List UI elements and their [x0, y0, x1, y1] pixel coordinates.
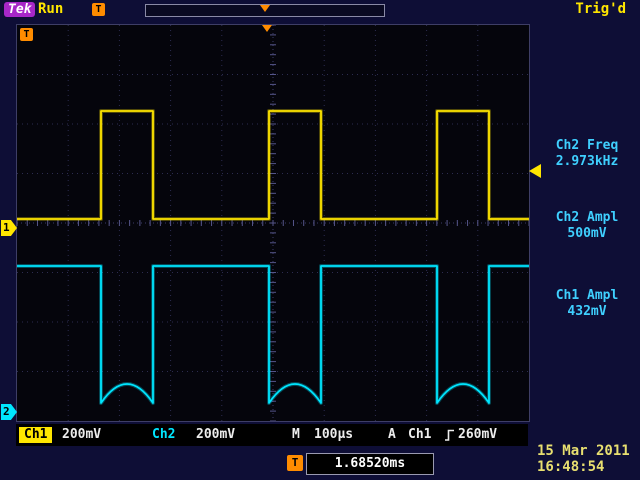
timebase-value: 100µs [314, 424, 353, 446]
tek-logo: Tek [4, 2, 35, 17]
ch2-badge: Ch2 [152, 424, 175, 446]
waveform-plot [17, 25, 529, 421]
time-label: 16:48:54 [537, 459, 604, 475]
measurement-ch2-ampl: Ch2 Ampl 500mV [534, 210, 640, 242]
trigger-time-icon: T [287, 455, 303, 471]
acquisition-status: Run [38, 1, 63, 17]
rising-edge-icon [444, 428, 455, 450]
trigger-flag-icon: T [20, 28, 33, 41]
trigger-time-readout: 1.68520ms [306, 453, 434, 475]
grid-layer [17, 25, 529, 421]
measurement-ch1-ampl: Ch1 Ampl 432mV [534, 288, 640, 320]
ch1-scale: 200mV [62, 424, 101, 446]
measurement-value: 2.973kHz [534, 154, 640, 170]
measurement-label: Ch2 Ampl [534, 210, 640, 226]
status-bar: Ch1 200mV Ch2 200mV M 100µs A Ch1 260mV [16, 424, 528, 446]
trigger-icon: T [92, 3, 105, 16]
ch1-badge: Ch1 [19, 427, 52, 443]
measurement-value: 432mV [534, 304, 640, 320]
channel2-ground-marker: 2 [1, 404, 17, 420]
measurement-value: 500mV [534, 226, 640, 242]
oscilloscope-screen: Tek Run T Trig'd T 1 2 Ch2 Freq 2.973kHz… [0, 0, 640, 480]
record-position-bar [145, 4, 385, 17]
trigger-mode-label: A [388, 424, 396, 446]
timebase-label: M [292, 424, 300, 446]
trigger-horizontal-position-icon [262, 25, 272, 32]
ch2-scale: 200mV [196, 424, 235, 446]
graticule [16, 24, 530, 422]
measurement-label: Ch2 Freq [534, 138, 640, 154]
channel1-ground-marker: 1 [1, 220, 17, 236]
trigger-source: Ch1 [408, 424, 431, 446]
date-label: 15 Mar 2011 [537, 443, 630, 459]
measurement-ch2-freq: Ch2 Freq 2.973kHz [534, 138, 640, 170]
trigger-state-label: Trig'd [575, 1, 626, 17]
measurement-label: Ch1 Ampl [534, 288, 640, 304]
trigger-position-marker-icon [260, 5, 270, 12]
trigger-level-value: 260mV [458, 424, 497, 446]
